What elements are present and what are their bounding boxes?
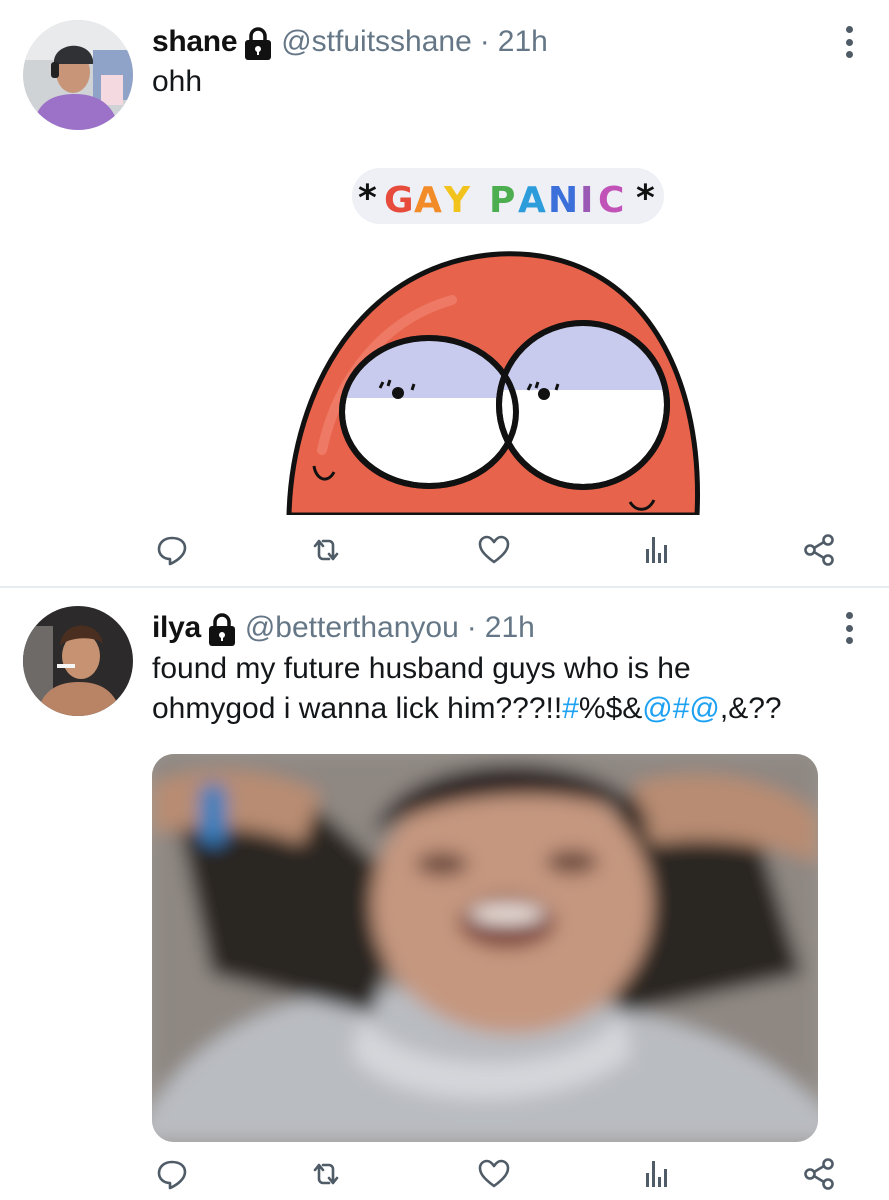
reply-icon[interactable] (152, 1154, 192, 1194)
svg-text:*: * (358, 178, 377, 219)
hashtag-link[interactable]: # (562, 692, 579, 725)
share-icon[interactable] (799, 530, 839, 570)
avatar[interactable] (23, 606, 133, 716)
blurry-photo (152, 754, 818, 1142)
svg-text:I: I (580, 180, 593, 221)
lock-icon (243, 27, 273, 61)
lock-icon (207, 613, 237, 647)
bar-chart-icon[interactable] (637, 530, 677, 570)
svg-text:N: N (548, 180, 578, 221)
share-icon[interactable] (799, 1154, 839, 1194)
display-name[interactable]: ilya (152, 610, 201, 646)
avatar-photo (23, 606, 133, 716)
bar-chart-icon[interactable] (637, 1154, 677, 1194)
text-segment: %$& (578, 692, 643, 725)
svg-text:*: * (636, 178, 655, 219)
heart-icon[interactable] (474, 1154, 514, 1194)
tweet-text-line: found my future husband guys who is he (152, 652, 691, 685)
user-handle[interactable]: @stfuitsshane (281, 24, 472, 60)
separator: · (479, 25, 490, 58)
timestamp[interactable]: 21h (485, 610, 535, 646)
svg-text:P: P (489, 180, 515, 221)
timestamp[interactable]: 21h (498, 24, 548, 60)
retweet-icon[interactable] (306, 1154, 346, 1194)
mention-link[interactable]: @#@ (642, 692, 720, 725)
tweet-actions (0, 530, 889, 570)
tweet-text: found my future husband guys who is he o… (152, 649, 782, 729)
svg-text:A: A (518, 180, 546, 221)
svg-text:C: C (598, 180, 624, 221)
heart-icon[interactable] (474, 530, 514, 570)
text-segment: ,&?? (719, 692, 782, 725)
tweet-text: ohh (152, 65, 203, 98)
svg-text:Y: Y (443, 180, 471, 221)
avatar[interactable] (23, 20, 133, 130)
tweet[interactable]: shane @stfuitsshane · 21h ohh * G A Y P … (0, 0, 889, 586)
separator: · (466, 611, 477, 644)
display-name[interactable]: shane (152, 24, 238, 60)
tweet[interactable]: ilya @betterthanyou · 21h found my futur… (0, 586, 889, 1200)
tweet-text-line: ohmygod i wanna lick him???!!#%$&@#@,&?? (152, 689, 782, 729)
avatar-photo (23, 20, 133, 130)
tweet-header: ilya @betterthanyou · 21h (152, 610, 535, 646)
reply-icon[interactable] (152, 530, 192, 570)
gay-panic-illustration: * G A Y P A N I C * (152, 150, 832, 515)
more-vertical-icon[interactable] (845, 26, 853, 58)
tweet-media[interactable] (152, 754, 818, 1142)
retweet-icon[interactable] (306, 530, 346, 570)
more-vertical-icon[interactable] (845, 612, 853, 644)
tweet-actions (0, 1154, 889, 1194)
svg-text:A: A (414, 180, 442, 221)
user-handle[interactable]: @betterthanyou (245, 610, 459, 646)
tweet-header: shane @stfuitsshane · 21h (152, 24, 548, 60)
svg-text:G: G (384, 180, 414, 221)
tweet-media[interactable]: * G A Y P A N I C * (152, 150, 832, 515)
text-segment: ohmygod i wanna lick him???!! (152, 692, 563, 725)
